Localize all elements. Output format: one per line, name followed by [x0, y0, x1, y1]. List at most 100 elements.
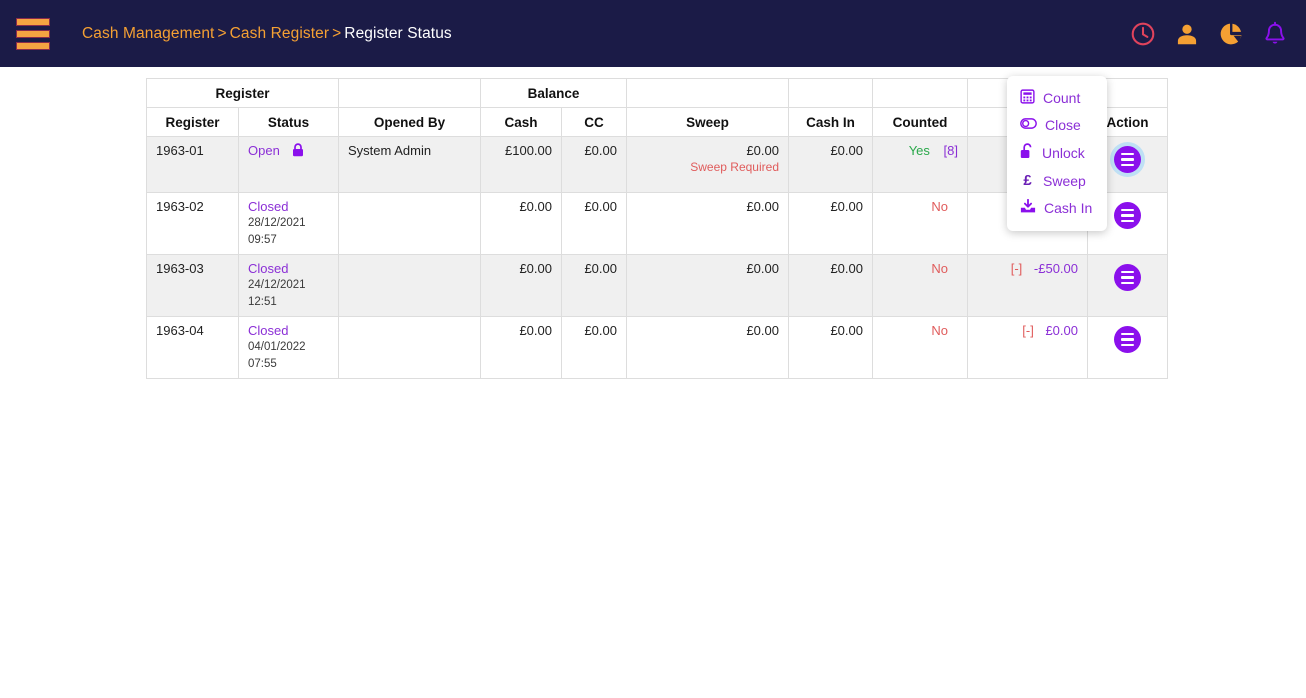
- dropdown-item-unlock[interactable]: Unlock: [1007, 138, 1107, 167]
- counted-value: No: [931, 199, 948, 214]
- action-menu-icon[interactable]: [1114, 201, 1141, 229]
- dropdown-item-close[interactable]: Close: [1007, 112, 1107, 138]
- pound-icon: £: [1023, 172, 1032, 189]
- cell-opened-by: [338, 316, 481, 379]
- column-header-cash: Cash: [480, 107, 562, 137]
- group-header-balance: Balance: [480, 78, 627, 108]
- cell-register: 1963-04: [146, 316, 239, 379]
- status-link[interactable]: Closed: [248, 261, 288, 276]
- dropdown-item-count[interactable]: Count: [1007, 84, 1107, 112]
- cell-counted: No: [872, 192, 968, 255]
- cell-opened-by: [338, 192, 481, 255]
- adjustment-toggle[interactable]: [-]: [1011, 261, 1023, 276]
- cell-opened-by: [338, 254, 481, 317]
- cell-cash-in: £0.00: [788, 136, 873, 193]
- sweep-amount: £0.00: [746, 143, 779, 158]
- action-menu-bars: [1121, 269, 1134, 286]
- cell-sweep: £0.00: [626, 254, 789, 317]
- cell-cc: £0.00: [561, 192, 627, 255]
- toggle-icon: [1020, 117, 1037, 133]
- sweep-amount: £0.00: [746, 199, 779, 214]
- hamburger-bar: [16, 17, 50, 26]
- dropdown-item-label: Close: [1045, 117, 1081, 133]
- cell-counted: No: [872, 316, 968, 379]
- cell-opened-by: System Admin: [338, 136, 481, 193]
- status-timestamp-time: 07:55: [248, 358, 277, 370]
- bell-icon[interactable]: [1262, 20, 1288, 48]
- hamburger-bar: [16, 41, 50, 50]
- breadcrumb-item-cash-management[interactable]: Cash Management: [82, 25, 214, 42]
- status-timestamp-date: 04/01/2022: [248, 341, 306, 353]
- column-header-opened-by: Opened By: [338, 107, 481, 137]
- counted-badge[interactable]: [8]: [944, 143, 958, 158]
- sweep-required-note: Sweep Required: [690, 160, 779, 174]
- unlock-icon: [1020, 143, 1034, 162]
- lock-icon: [292, 143, 304, 160]
- top-bar-icons: [1130, 0, 1288, 67]
- group-header-register: Register: [146, 78, 339, 108]
- dropdown-item-label: Unlock: [1042, 144, 1085, 161]
- dropdown-item-label: Count: [1043, 90, 1081, 106]
- adjustment-amount: £0.00: [1045, 323, 1078, 338]
- group-header-blank-counted: [872, 78, 968, 108]
- counted-value: No: [931, 261, 948, 276]
- pie-chart-icon[interactable]: [1218, 20, 1244, 48]
- dropdown-item-label: Sweep: [1043, 172, 1086, 189]
- breadcrumb-item-cash-register[interactable]: Cash Register: [230, 25, 330, 42]
- group-header-blank-cash-in: [788, 78, 873, 108]
- cell-cash-in: £0.00: [788, 316, 873, 379]
- action-menu-bars: [1121, 207, 1134, 224]
- cell-status: Closed 04/01/2022 07:55: [238, 316, 339, 379]
- column-header-register: Register: [146, 107, 239, 137]
- counted-value: No: [931, 323, 948, 338]
- dropdown-item-label: Cash In: [1044, 200, 1093, 216]
- dropdown-item-cash-in[interactable]: Cash In: [1007, 194, 1107, 222]
- clock-icon[interactable]: [1130, 20, 1156, 48]
- breadcrumb: Cash Management > Cash Register > Register S…: [82, 25, 452, 43]
- cell-cc: £0.00: [561, 254, 627, 317]
- cell-cash: £0.00: [480, 192, 562, 255]
- breadcrumb-separator: >: [217, 24, 227, 42]
- status-link[interactable]: Open: [248, 143, 280, 158]
- table-row: 1963-03 Closed 24/12/2021 12:51 £0.00 £0…: [146, 254, 1168, 317]
- status-timestamp-time: 09:57: [248, 234, 277, 246]
- cell-cash: £0.00: [480, 254, 562, 317]
- breadcrumb-current-register-status: Register Status: [344, 24, 452, 42]
- adjustment-amount: -£50.00: [1033, 261, 1078, 276]
- top-navigation-bar: Cash Management > Cash Register > Register S…: [0, 0, 1306, 67]
- column-header-cash-in: Cash In: [788, 107, 873, 137]
- cell-adjustment: [-] -£50.00: [967, 254, 1088, 317]
- cell-register: 1963-01: [146, 136, 239, 193]
- cell-cash-in: £0.00: [788, 254, 873, 317]
- adjustment-toggle[interactable]: [-]: [1022, 323, 1034, 338]
- cell-status: Closed 24/12/2021 12:51: [238, 254, 339, 317]
- column-header-status: Status: [238, 107, 339, 137]
- status-timestamp-date: 24/12/2021: [248, 279, 306, 291]
- status-link[interactable]: Closed: [248, 323, 288, 338]
- cell-cc: £0.00: [561, 316, 627, 379]
- cell-register: 1963-03: [146, 254, 239, 317]
- dropdown-item-sweep[interactable]: £ Sweep: [1007, 167, 1107, 194]
- cell-sweep: £0.00: [626, 316, 789, 379]
- cell-cash: £100.00: [480, 136, 562, 193]
- hamburger-bar: [16, 29, 50, 38]
- column-header-sweep: Sweep: [626, 107, 789, 137]
- status-timestamp-date: 28/12/2021: [248, 217, 306, 229]
- action-menu-bars: [1121, 331, 1134, 348]
- action-menu-icon[interactable]: [1114, 145, 1141, 173]
- cell-sweep: £0.00: [626, 192, 789, 255]
- cell-sweep: £0.00 Sweep Required: [626, 136, 789, 193]
- cell-cash-in: £0.00: [788, 192, 873, 255]
- status-link[interactable]: Closed: [248, 199, 288, 214]
- action-menu-icon[interactable]: [1114, 263, 1141, 291]
- cash-in-icon: [1020, 198, 1036, 217]
- cell-register: 1963-02: [146, 192, 239, 255]
- hamburger-icon[interactable]: [16, 17, 50, 50]
- action-menu-icon[interactable]: [1114, 325, 1141, 353]
- cell-counted: No: [872, 254, 968, 317]
- cell-status: Open: [238, 136, 339, 193]
- calculator-icon: [1020, 89, 1035, 107]
- user-icon[interactable]: [1174, 20, 1200, 48]
- action-menu-bars: [1121, 151, 1134, 168]
- sweep-amount: £0.00: [746, 323, 779, 338]
